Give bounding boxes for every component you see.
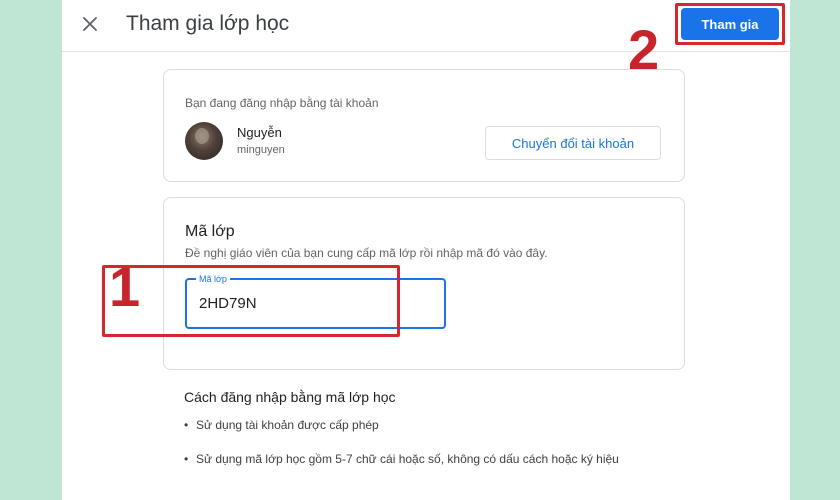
class-code-description: Đề nghị giáo viên của bạn cung cấp mã lớ… bbox=[185, 246, 548, 260]
avatar bbox=[185, 122, 223, 160]
join-class-dialog: Tham gia lớp học Tham gia Bạn đang đăng … bbox=[62, 0, 790, 500]
step-2-marker: 2 bbox=[628, 18, 660, 81]
instructions-list: Sử dụng tài khoản được cấp phép Sử dụng … bbox=[184, 416, 684, 484]
account-name: Nguyễn bbox=[237, 125, 282, 140]
dialog-title: Tham gia lớp học bbox=[126, 12, 290, 35]
account-card: Bạn đang đăng nhập bằng tài khoản Nguyễn… bbox=[163, 69, 685, 182]
list-item: Sử dụng tài khoản được cấp phép bbox=[184, 416, 684, 434]
highlight-class-code bbox=[102, 265, 400, 337]
account-caption: Bạn đang đăng nhập bằng tài khoản bbox=[185, 96, 379, 110]
switch-account-button[interactable]: Chuyển đổi tài khoản bbox=[485, 126, 661, 160]
instructions-heading: Cách đăng nhập bằng mã lớp học bbox=[184, 389, 396, 405]
account-username: minguyen bbox=[237, 144, 285, 156]
step-1-marker: 1 bbox=[109, 255, 141, 318]
highlight-join-button bbox=[675, 3, 785, 45]
close-button[interactable] bbox=[76, 10, 104, 38]
class-code-heading: Mã lớp bbox=[185, 223, 235, 240]
close-icon bbox=[83, 17, 97, 31]
list-item: Sử dụng mã lớp học gồm 5-7 chữ cái hoặc … bbox=[184, 450, 684, 468]
